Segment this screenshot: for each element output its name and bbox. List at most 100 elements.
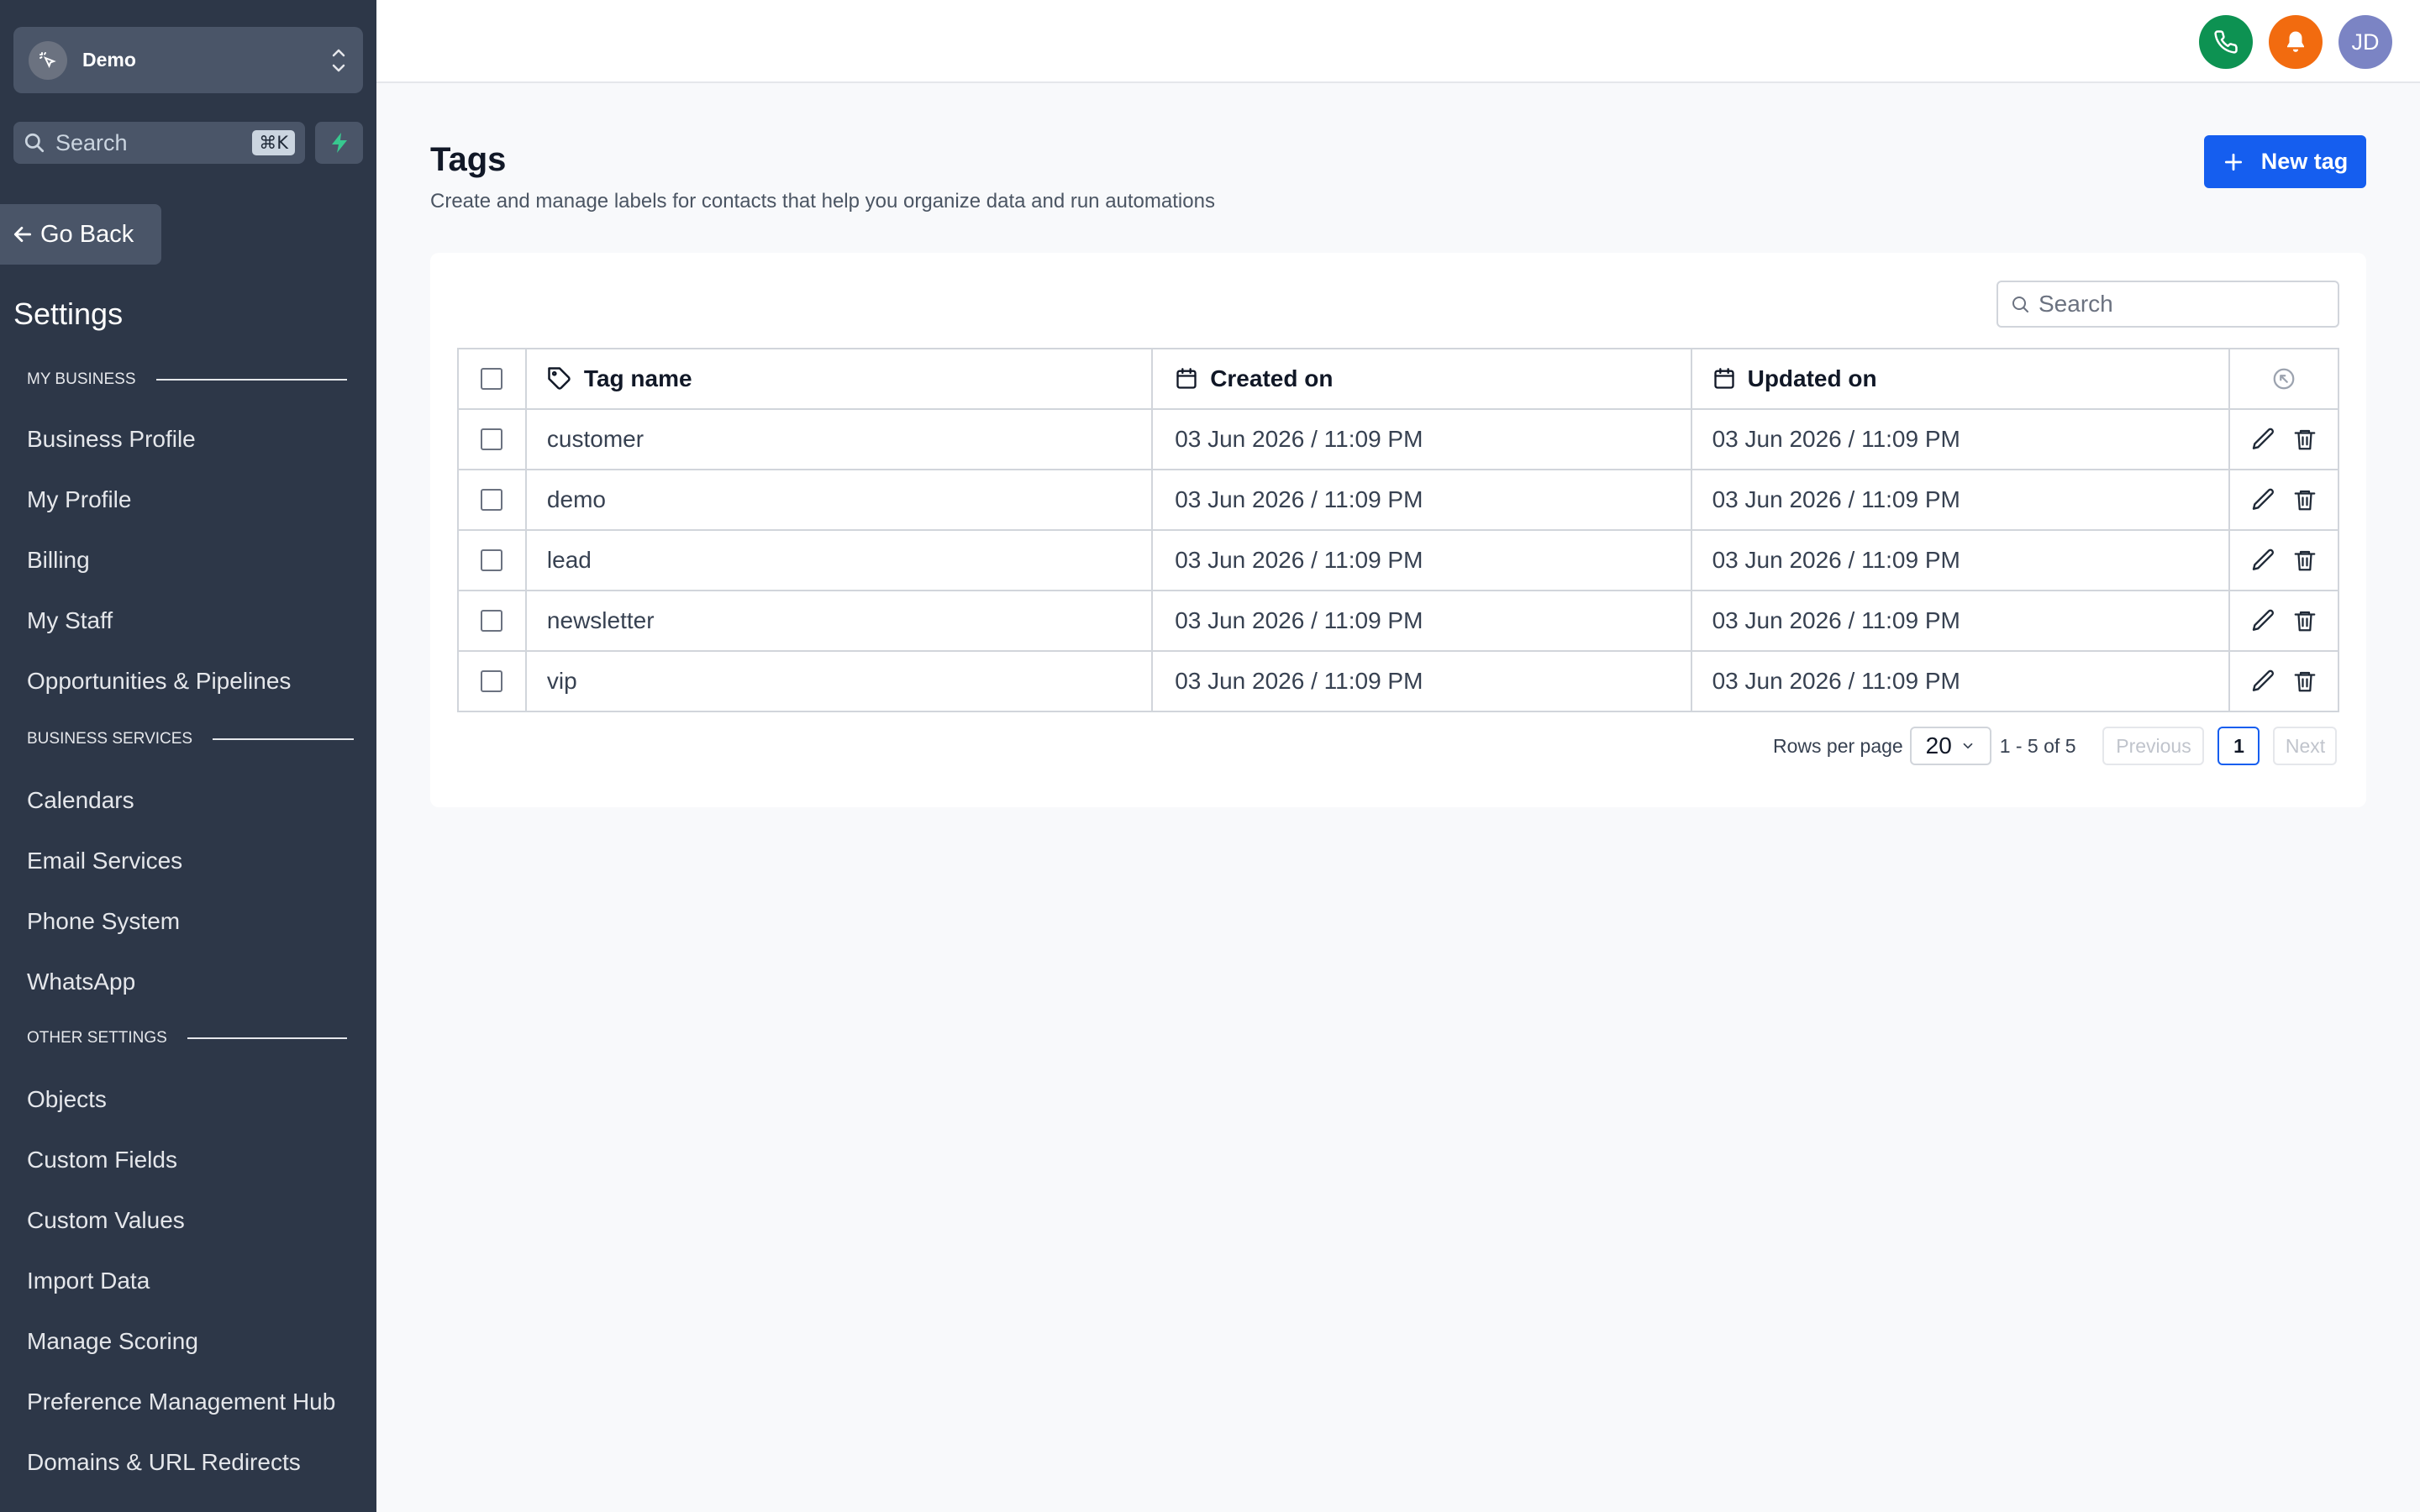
next-page-button[interactable]: Next — [2273, 727, 2338, 765]
table-search-input[interactable]: Search — [1996, 281, 2339, 328]
trash-icon[interactable] — [2292, 669, 2317, 694]
updated-on-cell: 03 Jun 2026 / 11:09 PM — [1691, 470, 2231, 531]
select-all-checkbox[interactable] — [481, 368, 503, 390]
column-header-updated-on[interactable]: Updated on — [1691, 349, 2231, 410]
phone-icon — [2214, 30, 2238, 54]
sidebar-item-opportunities-pipelines[interactable]: Opportunities & Pipelines — [27, 668, 291, 695]
quick-actions-button[interactable] — [315, 122, 363, 164]
row-checkbox[interactable] — [481, 489, 503, 511]
go-back-label: Go Back — [40, 220, 134, 248]
sidebar-item-my-staff[interactable]: My Staff — [27, 607, 113, 634]
sidebar-item-manage-scoring[interactable]: Manage Scoring — [27, 1328, 198, 1355]
sidebar-item-domains-url-redirects[interactable]: Domains & URL Redirects — [27, 1449, 301, 1476]
location-name: Demo — [82, 49, 136, 71]
sidebar-search[interactable]: Search ⌘K — [13, 122, 305, 164]
created-on-cell: 03 Jun 2026 / 11:09 PM — [1152, 409, 1692, 470]
pagination-range: 1 - 5 of 5 — [1999, 734, 2076, 757]
sidebar-item-business-profile[interactable]: Business Profile — [27, 426, 196, 453]
pagination: Rows per page 20 1 - 5 of 5 Previous 1 N… — [1773, 726, 2338, 766]
section-label-business-services: BUSINESS SERVICES — [27, 730, 355, 748]
trash-icon[interactable] — [2292, 548, 2317, 573]
sidebar-item-phone-system[interactable]: Phone System — [27, 908, 180, 935]
page-subtitle: Create and manage labels for contacts th… — [430, 190, 1215, 213]
column-settings-icon[interactable] — [2271, 366, 2296, 391]
chevron-updown-icon — [332, 49, 345, 71]
sidebar-item-custom-values[interactable]: Custom Values — [27, 1207, 185, 1234]
notifications-button[interactable] — [2269, 15, 2323, 69]
row-checkbox[interactable] — [481, 610, 503, 632]
search-shortcut-badge: ⌘K — [252, 130, 295, 155]
bell-icon — [2287, 31, 2304, 52]
top-bar: JD — [376, 0, 2420, 83]
previous-page-button[interactable]: Previous — [2102, 727, 2205, 765]
new-tag-label: New tag — [2260, 149, 2349, 174]
search-icon — [24, 133, 45, 153]
tag-name-cell: demo — [525, 470, 1154, 531]
table-search-placeholder: Search — [2039, 291, 2113, 317]
rows-per-page-label: Rows per page — [1773, 734, 1903, 757]
trash-icon[interactable] — [2292, 487, 2317, 512]
column-header-tag-name[interactable]: Tag name — [525, 349, 1154, 410]
tag-name-cell: lead — [525, 530, 1154, 591]
section-label-my-business: MY BUSINESS — [27, 370, 347, 389]
updated-on-cell: 03 Jun 2026 / 11:09 PM — [1691, 591, 2231, 652]
arrow-left-icon — [13, 227, 32, 242]
sidebar-item-email-services[interactable]: Email Services — [27, 848, 182, 874]
settings-sidebar: Demo Search ⌘K Go Back Settings MY BUSIN… — [0, 0, 376, 1512]
page-1-button[interactable]: 1 — [2217, 727, 2260, 765]
tag-icon — [548, 367, 571, 390]
row-checkbox[interactable] — [481, 549, 503, 571]
sidebar-item-import-data[interactable]: Import Data — [27, 1268, 150, 1294]
tag-name-cell: customer — [525, 409, 1154, 470]
table-row[interactable]: newsletter 03 Jun 2026 / 11:09 PM 03 Jun… — [458, 591, 2338, 652]
search-icon — [2012, 297, 2028, 312]
page-title: Tags — [430, 141, 507, 178]
edit-icon[interactable] — [2250, 486, 2277, 513]
sidebar-item-preference-management-hub[interactable]: Preference Management Hub — [27, 1389, 335, 1415]
tag-name-cell: vip — [525, 651, 1154, 711]
updated-on-cell: 03 Jun 2026 / 11:09 PM — [1691, 530, 2231, 591]
trash-icon[interactable] — [2292, 608, 2317, 633]
table-header-row: Tag name Created on Updated on — [458, 349, 2338, 410]
plus-icon — [2224, 153, 2242, 171]
created-on-cell: 03 Jun 2026 / 11:09 PM — [1152, 591, 1692, 652]
sidebar-item-billing[interactable]: Billing — [27, 547, 90, 574]
sidebar-item-calendars[interactable]: Calendars — [27, 787, 134, 814]
location-switcher[interactable]: Demo — [13, 27, 363, 93]
lightning-icon — [331, 133, 347, 153]
section-label-other-settings: OTHER SETTINGS — [27, 1029, 347, 1047]
calendar-icon — [1176, 368, 1197, 389]
calendar-icon — [1713, 368, 1734, 389]
phone-button[interactable] — [2199, 15, 2253, 69]
sidebar-item-objects[interactable]: Objects — [27, 1086, 107, 1113]
created-on-cell: 03 Jun 2026 / 11:09 PM — [1152, 470, 1692, 531]
created-on-cell: 03 Jun 2026 / 11:09 PM — [1152, 651, 1692, 711]
sidebar-item-my-profile[interactable]: My Profile — [27, 486, 131, 513]
column-header-created-on[interactable]: Created on — [1152, 349, 1692, 410]
new-tag-button[interactable]: New tag — [2204, 135, 2366, 188]
trash-icon[interactable] — [2292, 427, 2317, 452]
tags-table: Tag name Created on Updated on customer … — [457, 348, 2339, 712]
sidebar-item-whatsapp[interactable]: WhatsApp — [27, 969, 135, 995]
edit-icon[interactable] — [2250, 668, 2277, 695]
sidebar-search-placeholder: Search — [55, 129, 128, 155]
created-on-cell: 03 Jun 2026 / 11:09 PM — [1152, 530, 1692, 591]
table-row[interactable]: vip 03 Jun 2026 / 11:09 PM 03 Jun 2026 /… — [458, 651, 2338, 711]
rows-per-page-select[interactable]: 20 — [1909, 727, 1991, 765]
updated-on-cell: 03 Jun 2026 / 11:09 PM — [1691, 409, 2231, 470]
table-row[interactable]: customer 03 Jun 2026 / 11:09 PM 03 Jun 2… — [458, 409, 2338, 470]
edit-icon[interactable] — [2250, 547, 2277, 574]
location-icon — [29, 40, 67, 80]
sidebar-item-custom-fields[interactable]: Custom Fields — [27, 1147, 177, 1173]
edit-icon[interactable] — [2250, 426, 2277, 453]
table-row[interactable]: lead 03 Jun 2026 / 11:09 PM 03 Jun 2026 … — [458, 530, 2338, 591]
user-avatar[interactable]: JD — [2338, 15, 2392, 69]
chevron-down-icon — [1963, 743, 1973, 749]
go-back-button[interactable]: Go Back — [0, 204, 161, 265]
table-row[interactable]: demo 03 Jun 2026 / 11:09 PM 03 Jun 2026 … — [458, 470, 2338, 531]
row-checkbox[interactable] — [481, 428, 503, 450]
row-checkbox[interactable] — [481, 670, 503, 692]
edit-icon[interactable] — [2250, 607, 2277, 634]
settings-title: Settings — [13, 297, 124, 331]
updated-on-cell: 03 Jun 2026 / 11:09 PM — [1691, 651, 2231, 711]
